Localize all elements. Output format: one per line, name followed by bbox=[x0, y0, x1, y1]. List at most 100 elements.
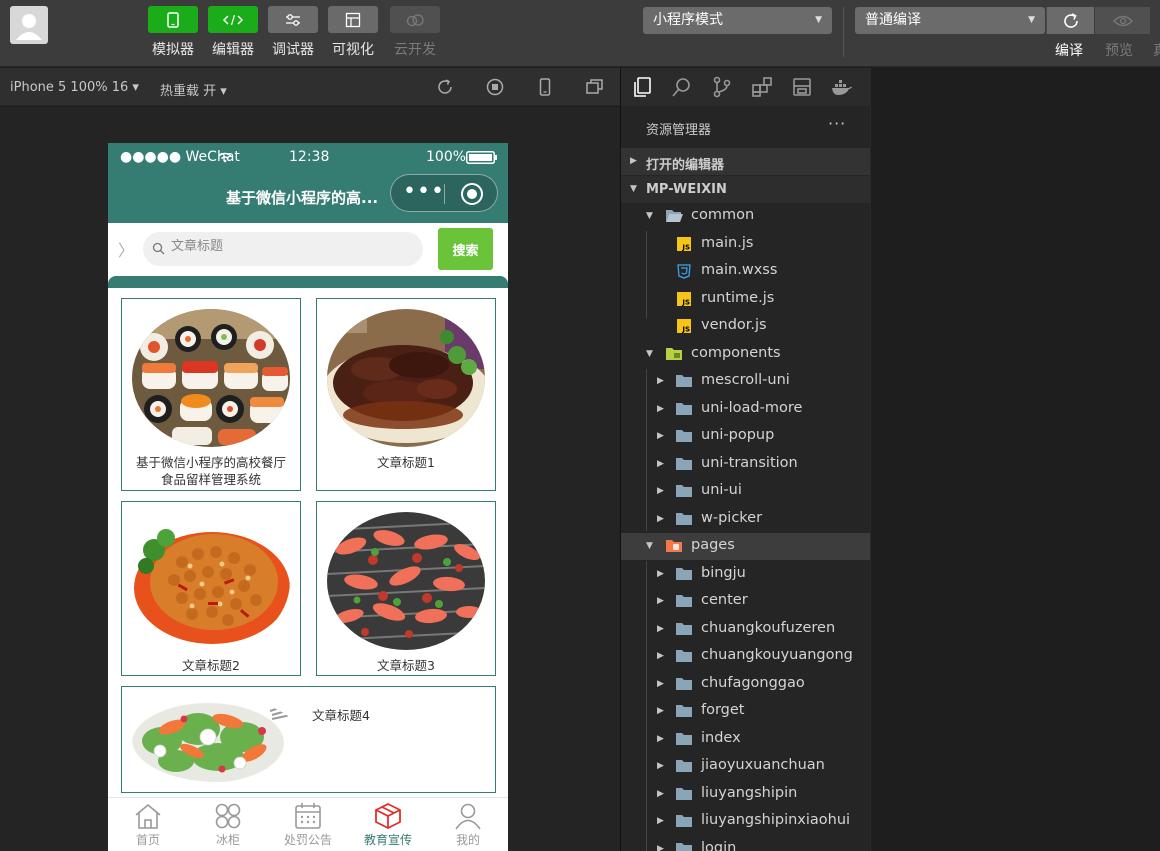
article-card[interactable]: 文章标题1 bbox=[316, 298, 496, 491]
article-card[interactable]: 文章标题4 bbox=[121, 686, 496, 793]
search-box[interactable] bbox=[143, 232, 423, 266]
salad-image bbox=[132, 697, 302, 782]
editor-tool-button[interactable]: 编辑器 bbox=[208, 6, 258, 59]
open-editors-section[interactable]: ▶ 打开的编辑器 bbox=[621, 148, 870, 175]
chevron-left-icon[interactable]: 〉 bbox=[118, 237, 134, 261]
tree-folder[interactable]: ▶ chuangkouyuangong bbox=[621, 643, 870, 670]
tree-folder[interactable]: ▶ liuyangshipin bbox=[621, 781, 870, 808]
preview-button[interactable] bbox=[1095, 7, 1150, 34]
tab-education[interactable]: 教育宣传 bbox=[348, 798, 428, 851]
tree-folder[interactable]: ▶ jiaoyuxuanchuan bbox=[621, 753, 870, 780]
tree-file[interactable]: JS main.js bbox=[621, 231, 870, 258]
tree-folder[interactable]: ▼ pages bbox=[621, 533, 870, 560]
tree-folder[interactable]: ▶ chuangkoufuzeren bbox=[621, 616, 870, 643]
folder-icon bbox=[675, 566, 693, 585]
grilled-shrimp-image bbox=[327, 512, 485, 650]
cloud-icon bbox=[406, 13, 424, 26]
search-icon[interactable] bbox=[671, 76, 693, 98]
activity-bar bbox=[621, 68, 870, 106]
tree-file[interactable]: JS vendor.js bbox=[621, 313, 870, 340]
tab-home[interactable]: 首页 bbox=[108, 798, 188, 851]
compile-mode-select[interactable]: 普通编译 ▼ bbox=[855, 7, 1045, 34]
chevron-down-icon: ▼ bbox=[646, 348, 653, 359]
phone-icon[interactable] bbox=[535, 77, 555, 97]
more-actions-icon[interactable]: ··· bbox=[828, 114, 846, 133]
rotate-icon[interactable] bbox=[435, 77, 455, 97]
user-avatar[interactable] bbox=[10, 6, 48, 44]
tree-folder[interactable]: ▼ common bbox=[621, 203, 870, 230]
chevron-right-icon: ▶ bbox=[657, 596, 664, 606]
article-card[interactable]: 文章标题2 bbox=[121, 501, 301, 676]
tree-folder[interactable]: ▶ uni-transition bbox=[621, 451, 870, 478]
visualize-tool-button[interactable]: 可视化 bbox=[328, 6, 378, 59]
folder-icon bbox=[675, 758, 693, 777]
hot-reload-select[interactable]: 热重载 开 ▾ bbox=[160, 80, 227, 99]
detach-window-icon[interactable] bbox=[585, 77, 605, 97]
wifi-icon bbox=[218, 152, 232, 163]
search-row: 〉 搜索 bbox=[108, 223, 508, 275]
compile-label: 编译 bbox=[1055, 43, 1083, 59]
top-toolbar: 模拟器 编辑器 调试器 可视化 云开发 小程序模式 ▼ 普通编译 ▼ 编译 预览… bbox=[0, 0, 1160, 67]
tab-penalty-notices[interactable]: 处罚公告 bbox=[268, 798, 348, 851]
tree-file[interactable]: main.wxss bbox=[621, 258, 870, 285]
files-icon[interactable] bbox=[631, 76, 653, 98]
section-label: 打开的编辑器 bbox=[646, 158, 725, 173]
folder-icon bbox=[675, 401, 693, 420]
home-icon bbox=[135, 803, 161, 829]
tree-folder[interactable]: ▶ liuyangshipinxiaohui bbox=[621, 808, 870, 835]
folder-icon bbox=[675, 731, 693, 750]
tree-item-label: pages bbox=[691, 537, 735, 553]
simulator-tool-button[interactable]: 模拟器 bbox=[148, 6, 198, 59]
sliders-icon bbox=[286, 13, 300, 26]
folder-pages-icon bbox=[665, 538, 683, 557]
compile-button[interactable] bbox=[1046, 7, 1094, 34]
article-card[interactable]: 基于微信小程序的高校餐厅食品留样管理系统 bbox=[121, 298, 301, 491]
refresh-icon bbox=[1063, 12, 1078, 28]
close-miniprogram-icon[interactable] bbox=[461, 183, 483, 205]
source-control-icon[interactable] bbox=[711, 76, 733, 98]
chicken-peanuts-image bbox=[132, 512, 290, 650]
tree-folder[interactable]: ▶ center bbox=[621, 588, 870, 615]
tree-item-label: liuyangshipinxiaohui bbox=[701, 812, 851, 828]
tab-label: 处罚公告 bbox=[283, 833, 332, 847]
tree-item-label: chufagonggao bbox=[701, 674, 805, 691]
mode-select[interactable]: 小程序模式 ▼ bbox=[643, 7, 832, 34]
cloud-dev-tool-button[interactable]: 云开发 bbox=[390, 6, 440, 59]
tree-item-label: login bbox=[701, 839, 737, 851]
search-button[interactable]: 搜索 bbox=[438, 228, 493, 270]
tree-folder[interactable]: ▶ chufagonggao bbox=[621, 671, 870, 698]
visualize-tool-label: 可视化 bbox=[332, 42, 374, 58]
tree-folder[interactable]: ▶ login bbox=[621, 836, 870, 851]
tree-folder[interactable]: ▶ forget bbox=[621, 698, 870, 725]
tree-folder[interactable]: ▼ components bbox=[621, 341, 870, 368]
tree-folder[interactable]: ▶ mescroll-uni bbox=[621, 368, 870, 395]
tree-folder[interactable]: ▶ uni-load-more bbox=[621, 396, 870, 423]
debugger-tool-button[interactable]: 调试器 bbox=[268, 6, 318, 59]
stop-icon[interactable] bbox=[485, 77, 505, 97]
more-icon[interactable]: ••• bbox=[403, 179, 445, 205]
tree-folder[interactable]: ▶ w-picker bbox=[621, 506, 870, 533]
tree-folder[interactable]: ▶ bingju bbox=[621, 561, 870, 588]
article-card[interactable]: 文章标题3 bbox=[316, 501, 496, 676]
device-select[interactable]: iPhone 5 100% 16 ▾ bbox=[10, 80, 139, 95]
tab-freezer[interactable]: 冰柜 bbox=[188, 798, 268, 851]
calendar-icon bbox=[295, 803, 321, 829]
layout-icon bbox=[345, 12, 361, 27]
tree-item-label: index bbox=[701, 729, 741, 746]
storage-icon[interactable] bbox=[791, 76, 813, 98]
tree-folder[interactable]: ▶ uni-popup bbox=[621, 423, 870, 450]
tree-item-label: liuyangshipin bbox=[701, 784, 798, 801]
folder-icon bbox=[675, 621, 693, 640]
docker-icon[interactable] bbox=[831, 76, 853, 98]
project-section[interactable]: ▼ MP-WEIXIN bbox=[621, 176, 870, 203]
tree-item-label: runtime.js bbox=[701, 289, 775, 306]
search-input[interactable] bbox=[171, 239, 411, 254]
tree-file[interactable]: JS runtime.js bbox=[621, 286, 870, 313]
tree-folder[interactable]: ▶ uni-ui bbox=[621, 478, 870, 505]
tab-profile[interactable]: 我的 bbox=[428, 798, 508, 851]
chevron-right-icon: ▶ bbox=[630, 156, 637, 166]
capsule-divider bbox=[444, 184, 445, 204]
extensions-icon[interactable] bbox=[751, 76, 773, 98]
tree-folder[interactable]: ▶ index bbox=[621, 726, 870, 753]
phone-screen: ●●●●● WeChat 12:38 100% 基于微信小程序的高... •••… bbox=[108, 143, 508, 851]
